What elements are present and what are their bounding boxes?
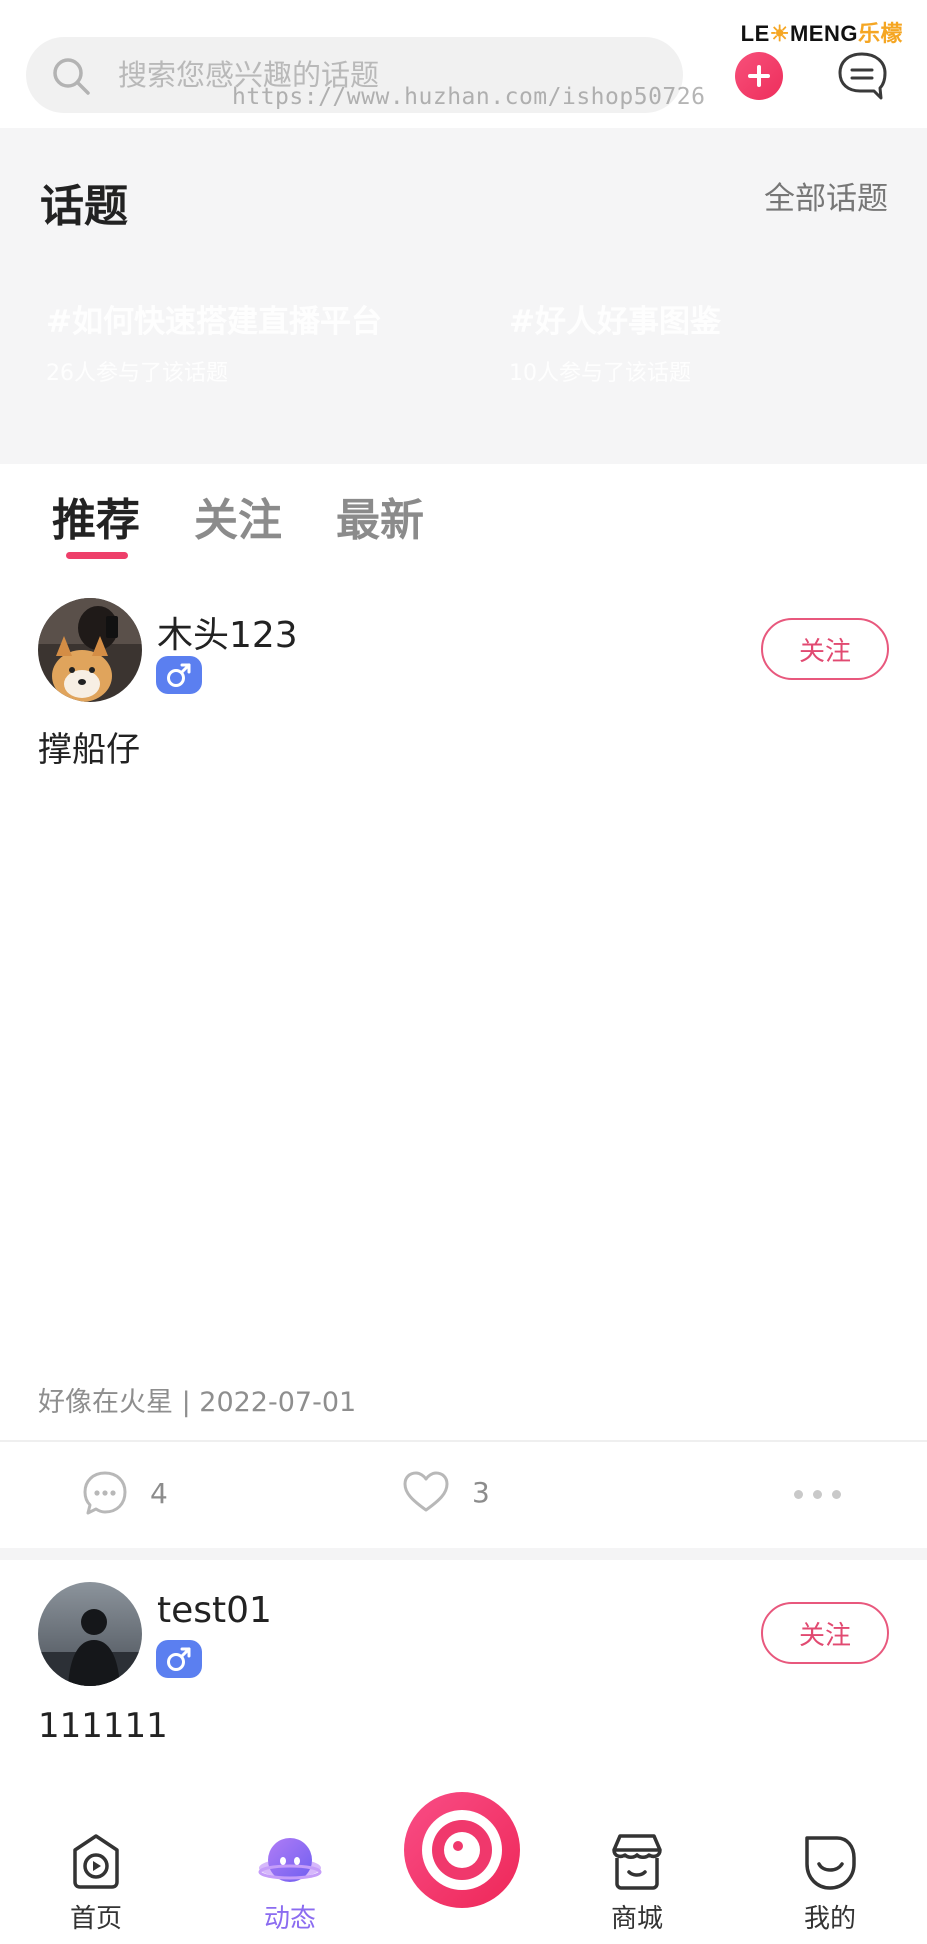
tab-latest[interactable]: 最新 [336,484,424,548]
username[interactable]: test01 [157,1590,272,1631]
add-post-button[interactable] [735,52,783,100]
gender-badge [156,1640,202,1678]
divider [0,1440,927,1442]
tab-label: 首页 [69,1904,122,1934]
bottom-tab-bar: 首页 动态 商城 我的 [0,1792,927,1944]
topic-participants: 10人参与了该话题 [509,361,691,386]
topic-card[interactable]: #好人好事图鉴 10人参与了该话题 [509,296,721,387]
app-header: LE☀MENG乐檬 https://www.huzhan.com/ishop50… [0,0,927,128]
message-icon[interactable] [836,50,888,102]
camera-record-icon [422,1810,502,1890]
sun-icon: ☀ [769,21,790,46]
tab-label: 我的 [803,1904,856,1934]
store-icon [612,1834,662,1890]
tab-moments[interactable]: 动态 [230,1828,350,1935]
post-separator [0,1548,927,1560]
tab-profile[interactable]: 我的 [770,1828,890,1935]
avatar-photo-dog [38,598,142,702]
post-text: 111111 [38,1706,168,1746]
more-options-icon[interactable] [794,1490,841,1499]
post-card: 木头123 关注 撑船仔 好像在火星 | 2022-07-01 4 3 [0,562,927,1548]
follow-button[interactable]: 关注 [761,1602,889,1664]
tab-home[interactable]: 首页 [36,1828,156,1935]
like-count: 3 [472,1475,490,1509]
tab-store[interactable]: 商城 [577,1828,697,1935]
tab-label: 商城 [610,1904,663,1934]
topic-name: #如何快速搭建直播平台 [46,304,382,340]
tab-recommend[interactable]: 推荐 [52,484,140,548]
username[interactable]: 木头123 [157,606,298,658]
avatar[interactable] [38,1582,142,1686]
post-text: 撑船仔 [38,730,140,770]
topic-card[interactable]: #如何快速搭建直播平台 26人参与了该话题 [46,296,382,387]
tab-label: 动态 [263,1904,316,1934]
smile-profile-icon [805,1836,856,1890]
post-card: test01 关注 111111 [0,1560,927,1808]
avatar-photo-silhouette [38,1582,142,1686]
avatar[interactable] [38,598,142,702]
brand-logo: LE☀MENG乐檬 [740,21,903,47]
comment-count: 4 [150,1476,168,1510]
active-tab-indicator [66,552,128,559]
feed-tabs: 推荐 关注 最新 [0,464,927,562]
planet-face-icon [258,1838,322,1882]
gender-badge [156,656,202,694]
post-location-date: 好像在火星 | 2022-07-01 [38,1387,357,1418]
follow-button[interactable]: 关注 [761,618,889,680]
search-icon [53,58,90,95]
topics-section: 话题 全部话题 #如何快速搭建直播平台 26人参与了该话题 #好人好事图鉴 10… [0,128,927,464]
topic-name: #好人好事图鉴 [509,304,721,340]
male-icon [167,663,191,687]
male-icon [167,1647,191,1671]
comment-action[interactable]: 4 [82,1470,168,1516]
topics-title: 话题 [40,181,128,232]
comment-icon [83,1471,127,1515]
topic-participants: 26人参与了该话题 [46,361,228,386]
like-action[interactable]: 3 [402,1470,490,1514]
record-camera-button[interactable] [404,1792,520,1908]
watermark-text: https://www.huzhan.com/ishop50726 [232,84,706,110]
tab-following[interactable]: 关注 [194,484,282,548]
play-home-icon [73,1834,119,1889]
heart-icon [403,1471,449,1512]
all-topics-link[interactable]: 全部话题 [764,173,888,218]
